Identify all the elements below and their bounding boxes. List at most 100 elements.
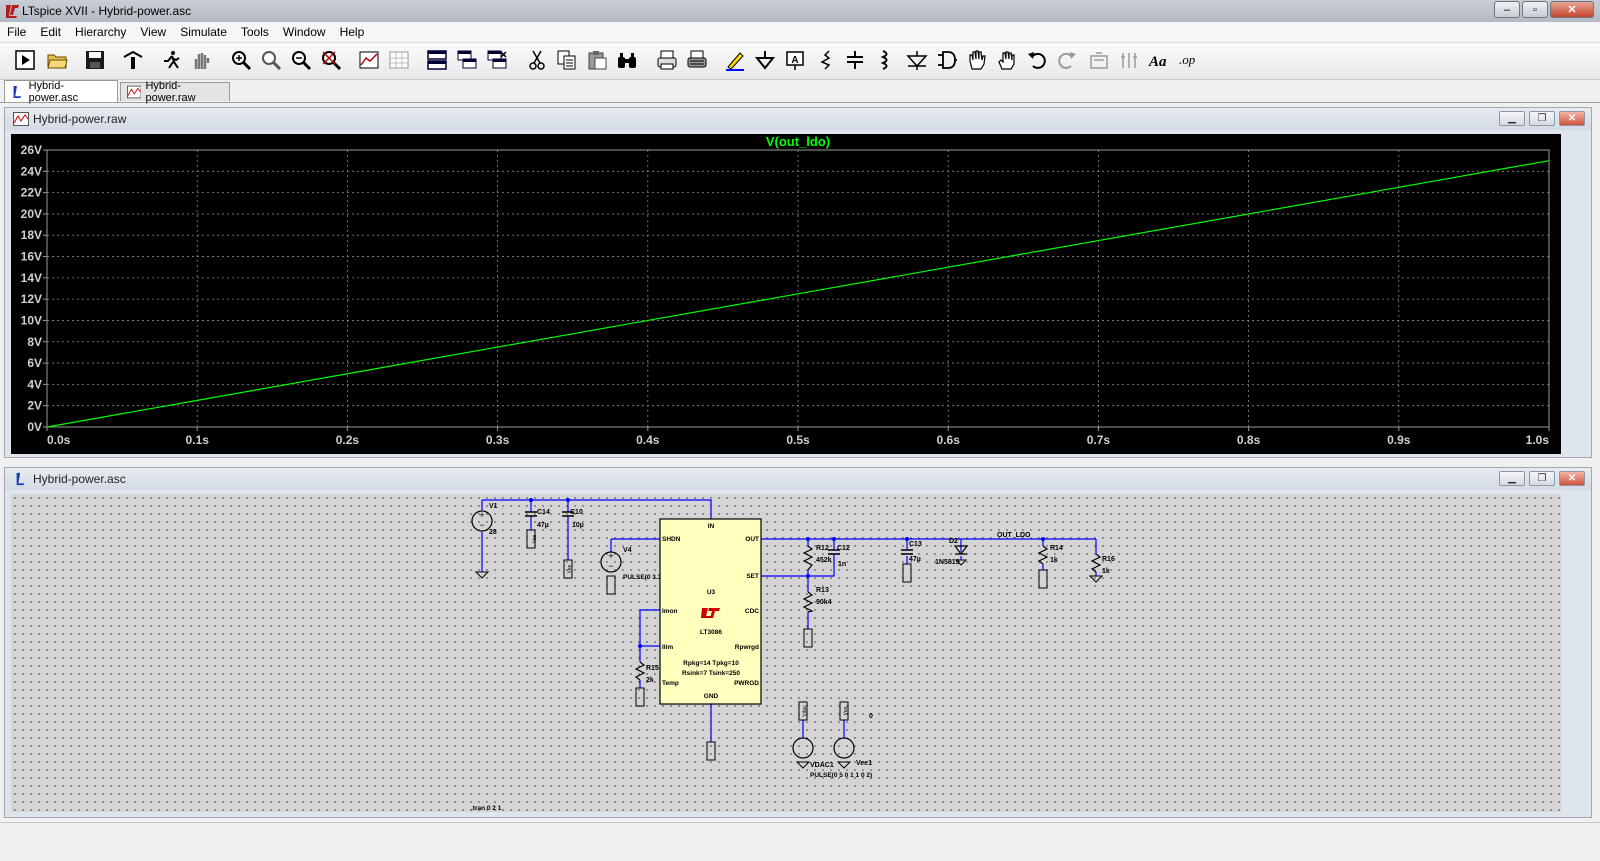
menu-simulate[interactable]: Simulate (173, 22, 234, 42)
find-icon[interactable] (614, 47, 640, 73)
waveform-restore-button[interactable]: ❐ (1529, 111, 1555, 126)
schematic-icon (13, 85, 22, 98)
resistor-icon[interactable] (812, 47, 838, 73)
pin-set: SET (746, 573, 759, 580)
waveform-close-button[interactable]: ✕ (1559, 111, 1585, 126)
voltage-source-vdac1[interactable]: Vdac VDAC1 PULSE(0 5 0 1 1 0 2) (792, 701, 872, 779)
drag-hand-icon[interactable] (994, 47, 1020, 73)
waveform-plot-area[interactable]: V(out_ldo) 0.0s 0.1s 0.2s 0.3s 0.4s 0.5s 0.6s 0.… (11, 134, 1561, 454)
diode-icon[interactable] (904, 47, 930, 73)
capacitor-icon[interactable] (842, 47, 868, 73)
capacitor-c14[interactable]: Vee C14 47µ (525, 509, 550, 549)
move-hand-icon[interactable] (964, 47, 990, 73)
voltage-source-v1[interactable]: + − V1 28 (471, 503, 498, 579)
menu-window[interactable]: Window (276, 22, 333, 42)
window-title: LTspice XVII - Hybrid-power.asc (22, 4, 192, 18)
y-tick-label: 8V (27, 335, 42, 349)
spice-directive-icon[interactable]: .op (1176, 47, 1202, 73)
waveform-icon (127, 85, 142, 99)
waveform-chart[interactable]: V(out_ldo) 0.0s 0.1s 0.2s 0.3s 0.4s 0.5s 0.6s 0.… (11, 134, 1561, 454)
x-tick-label: 0.2s (336, 433, 360, 447)
schematic-minimize-button[interactable]: ▁ (1499, 471, 1525, 486)
run-icon[interactable] (158, 47, 184, 73)
mirror-icon[interactable] (1116, 47, 1142, 73)
menu-help[interactable]: Help (333, 22, 372, 42)
ground-icon[interactable] (752, 47, 778, 73)
net-label-out-ldo[interactable]: OUT_LDO (997, 532, 1031, 539)
pin-pwrgd: PWRGD (734, 680, 759, 687)
y-tick-label: 6V (27, 356, 42, 370)
paste-icon[interactable] (584, 47, 610, 73)
autorange-icon[interactable] (356, 47, 382, 73)
tab-waveform[interactable]: Hybrid-power.raw (120, 80, 230, 104)
pin-rpwrgd: Rpwrgd (735, 644, 759, 651)
cascade-windows-icon[interactable] (454, 47, 480, 73)
print-preview-icon[interactable] (684, 47, 710, 73)
zoom-fit-icon[interactable] (318, 47, 344, 73)
menu-tools[interactable]: Tools (234, 22, 276, 42)
control-panel-icon[interactable] (120, 47, 146, 73)
zoom-in-icon[interactable] (228, 47, 254, 73)
x-tick-label: 0.7s (1087, 433, 1111, 447)
menu-file[interactable]: File (0, 22, 33, 42)
vee1-name: Vee1 (856, 760, 872, 767)
maximize-button[interactable]: ▫ (1522, 1, 1548, 18)
text-icon[interactable]: Aa (1146, 47, 1172, 73)
schematic-drawing[interactable]: + − V1 28 Vee C14 47µ Vee C10 10µ + − V4… (11, 494, 1561, 812)
diode-d2[interactable]: D2 1N5819 (935, 538, 969, 566)
c10-value: 10µ (572, 522, 584, 529)
halt-icon[interactable] (188, 47, 214, 73)
cut-icon[interactable] (524, 47, 550, 73)
schematic-close-button[interactable]: ✕ (1559, 471, 1585, 486)
menu-edit[interactable]: Edit (33, 22, 68, 42)
save-icon[interactable] (82, 47, 108, 73)
resistor-r16[interactable]: R16 1k (1088, 553, 1115, 583)
ic-name: U3 (707, 589, 716, 596)
component-icon[interactable] (934, 47, 960, 73)
redo-icon[interactable] (1054, 47, 1080, 73)
vdac1-name: VDAC1 (810, 762, 834, 769)
tile-horizontal-icon[interactable] (424, 47, 450, 73)
c12-value: 1n (838, 561, 846, 568)
inductor-icon[interactable] (872, 47, 898, 73)
close-button[interactable]: ✕ (1550, 1, 1594, 18)
rotate-icon[interactable] (1086, 47, 1112, 73)
ic-params-1: Rpkg=14 Tpkg=10 (683, 660, 739, 667)
zoom-pan-icon[interactable] (258, 47, 284, 73)
menu-view[interactable]: View (133, 22, 173, 42)
zoom-out-icon[interactable] (288, 47, 314, 73)
print-icon[interactable] (654, 47, 680, 73)
undo-icon[interactable] (1024, 47, 1050, 73)
capacitor-c13[interactable]: C13 47µ (901, 541, 922, 583)
y-tick-label: 16V (21, 250, 42, 264)
menu-hierarchy[interactable]: Hierarchy (68, 22, 133, 42)
x-tick-label: 0.5s (786, 433, 810, 447)
waveform-window-title: Hybrid-power.raw (33, 112, 127, 126)
minimize-button[interactable]: – (1494, 1, 1520, 18)
d2-value: 1N5819 (935, 559, 960, 566)
document-tabs: Hybrid-power.asc Hybrid-power.raw (0, 80, 1600, 104)
spice-directive-tran[interactable]: .tran 0 2 1 (471, 805, 502, 812)
label-net-icon[interactable]: A (782, 47, 808, 73)
waveform-minimize-button[interactable]: ▁ (1499, 111, 1525, 126)
schematic-restore-button[interactable]: ❐ (1529, 471, 1555, 486)
copy-icon[interactable] (554, 47, 580, 73)
grid-toggle-icon[interactable] (386, 47, 412, 73)
open-folder-icon[interactable] (44, 47, 70, 73)
waveform-window: Hybrid-power.raw ▁ ❐ ✕ V(out_ldo) 0.0s 0.1… (4, 107, 1592, 458)
tab-schematic[interactable]: Hybrid-power.asc (4, 80, 118, 104)
r15-name: R15 (646, 665, 659, 672)
c13-name: C13 (909, 541, 922, 548)
y-tick-label: 20V (21, 207, 42, 221)
draw-wire-icon[interactable] (722, 47, 748, 73)
r14-value: 1k (1050, 557, 1058, 564)
vdac-net: Vdac (802, 705, 808, 717)
capacitor-c10[interactable]: Vee C10 10µ (562, 509, 584, 579)
schematic-canvas[interactable]: + − V1 28 Vee C14 47µ Vee C10 10µ + − V4… (11, 494, 1561, 812)
voltage-source-vee1[interactable]: Vee Vee1 0 (833, 701, 873, 769)
waveform-icon (13, 112, 29, 126)
y-tick-label: 18V (21, 228, 42, 242)
resistor-r12[interactable]: R12 452k (802, 545, 832, 571)
close-windows-icon[interactable] (484, 47, 510, 73)
new-schematic-icon[interactable] (12, 47, 38, 73)
